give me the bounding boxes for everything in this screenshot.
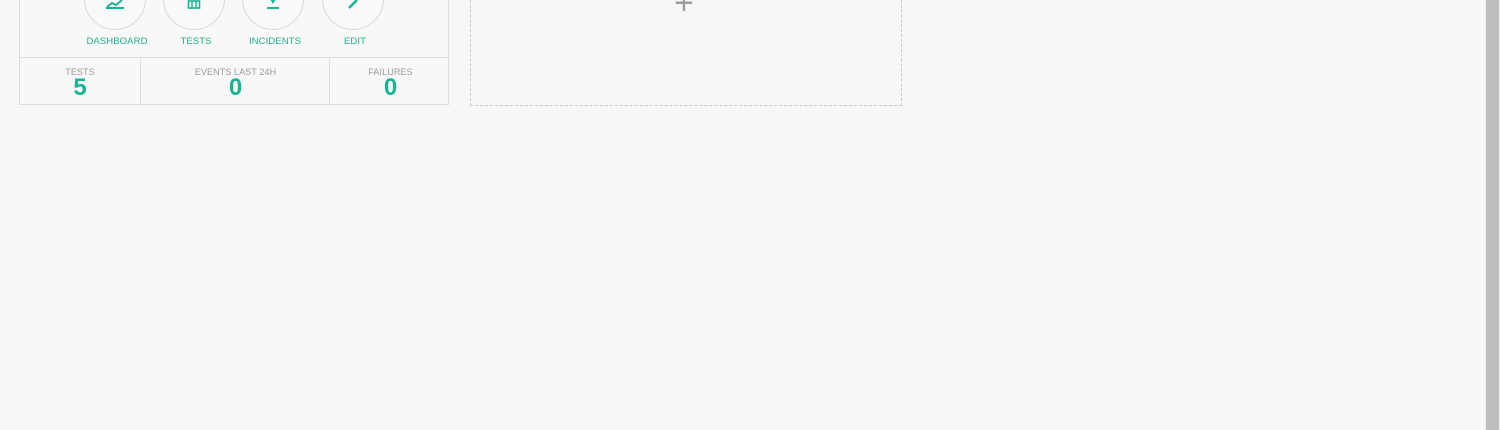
stat-failures: FAILURES 0 [329,58,451,104]
download-icon [267,0,279,9]
stat-events: EVENTS LAST 24H 0 [140,58,330,104]
incidents-circle[interactable] [242,0,304,30]
flask-icon [187,0,201,9]
pencil-icon [348,0,358,9]
add-project-card[interactable]: + [470,0,902,106]
edit-circle[interactable] [322,0,384,30]
scrollbar-thumb[interactable] [1486,0,1499,430]
stat-tests: TESTS 5 [20,58,140,104]
vertical-scrollbar[interactable] [1485,0,1500,430]
card-stats: TESTS 5 EVENTS LAST 24H 0 FAILURES 0 [20,58,448,106]
dashboard-button[interactable]: DASHBOARD [77,0,157,58]
card-actions: DASHBOARD TESTS INCIDENTS EDIT [20,0,448,58]
stat-tests-value: 5 [73,74,87,101]
stat-failures-value: 0 [383,74,398,101]
plus-icon: + [674,0,694,22]
stat-events-value: 0 [228,74,243,101]
chart-line-icon [106,0,124,9]
tests-button[interactable]: TESTS [156,0,236,58]
tests-circle[interactable] [163,0,225,30]
dashboard-circle[interactable] [84,0,146,30]
project-card: DASHBOARD TESTS INCIDENTS EDIT TESTS 5 E… [19,0,449,105]
edit-label: EDIT [343,36,367,47]
page: DASHBOARD TESTS INCIDENTS EDIT TESTS 5 E… [0,0,1500,430]
edit-button[interactable]: EDIT [315,0,395,58]
incidents-button[interactable]: INCIDENTS [235,0,315,58]
